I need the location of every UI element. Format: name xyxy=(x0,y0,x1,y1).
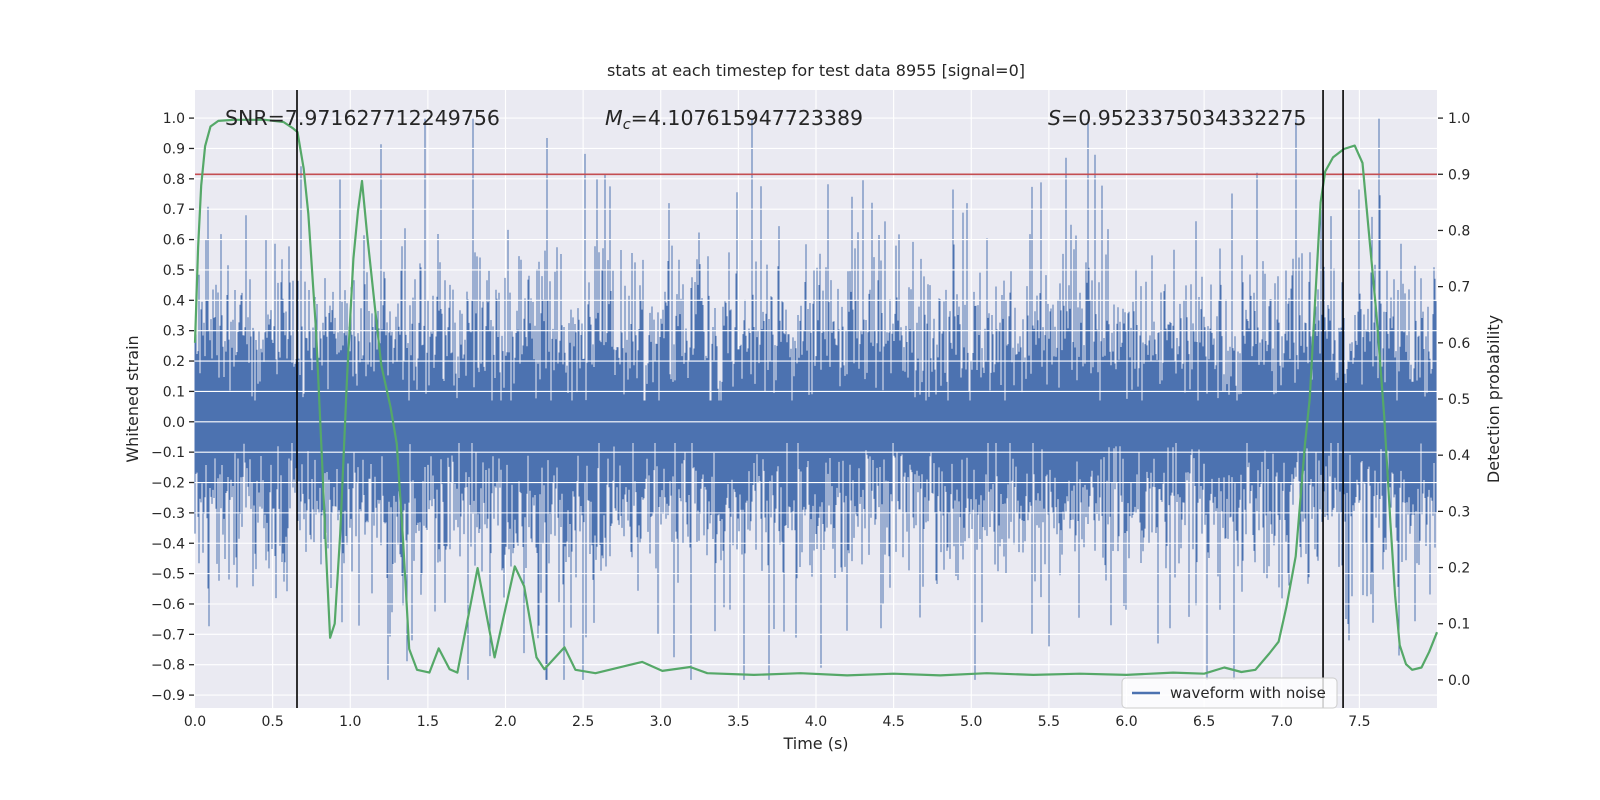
y-left-tick-label: −0.8 xyxy=(151,658,185,674)
y-right-tick-label: 0.6 xyxy=(1448,336,1470,352)
y-right-tick-label: 0.1 xyxy=(1448,617,1470,633)
y-right-tick-label: 0.4 xyxy=(1448,448,1470,464)
x-tick-label: 2.5 xyxy=(572,714,594,730)
x-tick-label: 5.5 xyxy=(1038,714,1060,730)
y-right-tick-label: 0.3 xyxy=(1448,504,1470,520)
x-tick-label: 7.0 xyxy=(1271,714,1293,730)
y-left-tick-label: −0.3 xyxy=(151,506,185,522)
x-tick-label: 3.5 xyxy=(727,714,749,730)
y-left-tick-label: −0.2 xyxy=(151,476,185,492)
x-tick-label: 1.5 xyxy=(417,714,439,730)
y-right-tick-label: 0.9 xyxy=(1448,167,1470,183)
x-axis-label: Time (s) xyxy=(782,734,848,753)
stats-figure: 1.0 0.9 0.8 0.7 0.6 0.5 0.4 0.3 0.2 0.1 0.0 −0.1 −0.… xyxy=(123,61,1503,753)
y-left-tick-label: −0.1 xyxy=(151,445,185,461)
y-left-tick-label: −0.7 xyxy=(151,627,185,643)
y-right-tick-label: 0.5 xyxy=(1448,392,1470,408)
s-annotation: S=0.9523375034332275 xyxy=(1048,106,1306,130)
y-left-tick-label: 0.5 xyxy=(163,263,185,279)
y-left-tick-label: 0.1 xyxy=(163,384,185,400)
y-left-tick-label: 0.8 xyxy=(163,172,185,188)
y-left-tick-label: −0.6 xyxy=(151,597,185,613)
x-tick-label: 4.5 xyxy=(882,714,904,730)
y-left-tick-label: 0.3 xyxy=(163,324,185,340)
y-right-tick-label: 1.0 xyxy=(1448,111,1470,127)
x-tick-label: 1.0 xyxy=(339,714,361,730)
x-tick-label: 0.5 xyxy=(261,714,283,730)
y-left-tick-label: −0.4 xyxy=(151,536,185,552)
y-left-tick-label: −0.5 xyxy=(151,567,185,583)
x-tick-label: 5.0 xyxy=(960,714,982,730)
y-right-tick-label: 0.7 xyxy=(1448,280,1470,296)
y-left-tick-label: 0.7 xyxy=(163,202,185,218)
x-tick-label: 3.0 xyxy=(650,714,672,730)
legend: waveform with noise xyxy=(1121,677,1338,709)
x-tick-label: 4.0 xyxy=(805,714,827,730)
mc-annotation: Mc=4.107615947723389 xyxy=(605,106,863,133)
y-left-tick-label: 1.0 xyxy=(163,111,185,127)
y-left-tick-label: 0.4 xyxy=(163,293,185,309)
y-right-tick-label: 0.0 xyxy=(1448,673,1470,689)
x-tick-label: 0.0 xyxy=(184,714,206,730)
x-tick-label: 7.5 xyxy=(1348,714,1370,730)
y-right-axis-label: Detection probability xyxy=(1484,315,1503,483)
x-tick-label: 6.5 xyxy=(1193,714,1215,730)
y-left-axis-label: Whitened strain xyxy=(123,335,142,462)
stat-annotations: SNR=7.971627712249756 Mc=4.10761594772338… xyxy=(225,106,1306,133)
snr-annotation: SNR=7.971627712249756 xyxy=(225,106,500,130)
y-right-tick-label: 0.2 xyxy=(1448,561,1470,577)
y-left-tick-label: 0.2 xyxy=(163,354,185,370)
y-left-tick-label: 0.0 xyxy=(163,415,185,431)
y-left-tick-label: 0.9 xyxy=(163,141,185,157)
x-tick-label: 6.0 xyxy=(1115,714,1137,730)
x-tick-label: 2.0 xyxy=(494,714,516,730)
y-left-tick-label: −0.9 xyxy=(151,688,185,704)
legend-label: waveform with noise xyxy=(1170,684,1326,702)
chart-title: stats at each timestep for test data 895… xyxy=(607,61,1025,80)
y-right-tick-label: 0.8 xyxy=(1448,223,1470,239)
y-left-tick-label: 0.6 xyxy=(163,233,185,249)
